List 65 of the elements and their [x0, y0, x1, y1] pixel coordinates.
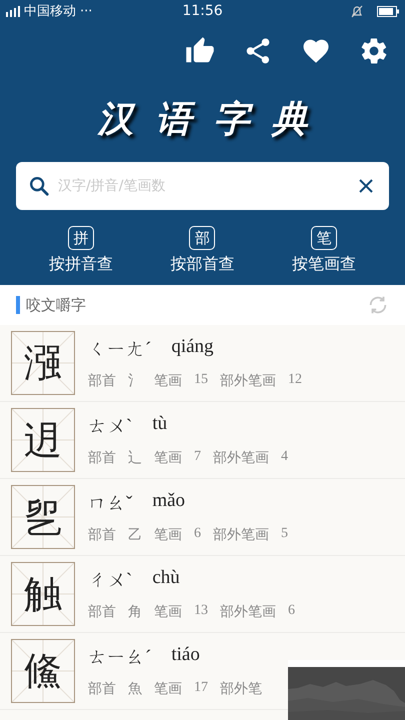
pinyin: tiáo	[171, 644, 200, 667]
field-label: 部外笔	[220, 680, 262, 698]
field-label: 笔画	[154, 680, 182, 698]
zhuyin: ㄑㄧㄤˊ	[88, 338, 152, 362]
field-label: 笔画	[154, 604, 182, 621]
character-tile[interactable]: 迌	[11, 408, 75, 472]
lookup-label: 按拼音查	[48, 254, 113, 275]
character-tile[interactable]: 触	[11, 562, 75, 626]
lookup-button[interactable]: 笔 按笔画查	[292, 226, 356, 275]
settings-icon[interactable]	[359, 36, 389, 66]
zhuyin: ㄇㄠˇ	[88, 492, 132, 516]
lookup-button[interactable]: 部 按部首查	[170, 226, 234, 275]
zhuyin: ㄔㄨˋ	[88, 569, 132, 593]
field-label: 部首	[88, 604, 116, 621]
key-badge: 部	[189, 226, 216, 250]
field-label: 部外笔画	[220, 604, 276, 621]
field-label: 部外笔画	[213, 526, 269, 544]
field-label: 笔画	[154, 450, 182, 467]
field-value: 13	[194, 603, 208, 620]
battery-icon	[377, 6, 399, 16]
field-value: 7	[194, 449, 201, 466]
field-value: 6	[288, 603, 295, 620]
field-value: 12	[288, 372, 302, 389]
field-value: 15	[194, 372, 208, 389]
lookup-label: 按笔画查	[292, 254, 356, 275]
field-value: 5	[281, 526, 288, 543]
bell-off-icon	[351, 4, 363, 18]
more-indicator: ···	[80, 4, 92, 18]
character-tile[interactable]: 鯈	[11, 639, 75, 703]
field-value: 角	[128, 604, 142, 621]
pinyin: tù	[152, 413, 168, 436]
field-value: 6	[194, 526, 201, 543]
field-value: 17	[194, 680, 208, 697]
field-value: 魚	[128, 680, 142, 698]
carrier-name: 中国移动	[24, 3, 76, 20]
accent-bar	[16, 296, 20, 314]
field-value: 辶	[128, 449, 142, 467]
field-label: 笔画	[154, 526, 182, 544]
field-value: 4	[281, 449, 288, 466]
signal-icon	[6, 6, 20, 16]
zhuyin: ㄊㄨˋ	[88, 415, 132, 439]
pinyin: qiáng	[171, 336, 214, 359]
key-badge: 笔	[311, 226, 338, 250]
field-label: 部首	[88, 526, 116, 544]
lookup-label: 按部首查	[170, 254, 234, 275]
pinyin: mǎo	[152, 490, 186, 513]
key-badge: 拼	[68, 226, 94, 250]
field-value: 氵	[128, 372, 142, 390]
clear-icon[interactable]	[357, 177, 375, 195]
field-label: 部首	[88, 450, 116, 467]
zhuyin: ㄊㄧㄠˊ	[88, 646, 152, 670]
field-label: 部首	[88, 680, 116, 698]
section-title: 咬文嚼字	[26, 296, 87, 314]
lookup-button[interactable]: 拼 按拼音查	[48, 226, 113, 275]
field-label: 部外笔画	[213, 450, 269, 467]
field-label: 部外笔画	[220, 372, 276, 390]
field-label: 部首	[88, 372, 116, 390]
search-icon[interactable]	[28, 175, 50, 197]
character-tile[interactable]: 漒	[11, 331, 75, 395]
field-value: 乙	[128, 527, 142, 544]
character-tile[interactable]: 乮	[11, 485, 75, 549]
status-time: 11:56	[182, 3, 223, 19]
field-label: 笔画	[154, 372, 182, 390]
pinyin: chù	[152, 567, 180, 590]
app-title: 汉语字典	[96, 98, 330, 141]
